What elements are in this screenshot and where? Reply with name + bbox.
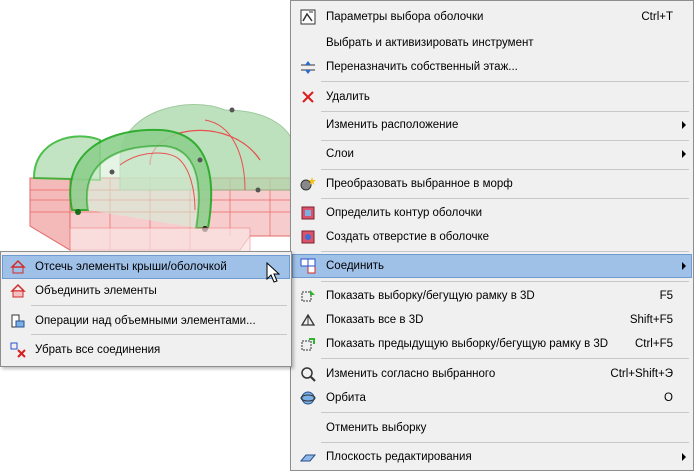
menu-item-label: Создать отверстие в оболочке bbox=[326, 231, 490, 243]
delete-icon bbox=[297, 88, 319, 106]
menu-item-orbit[interactable]: Орбита O bbox=[293, 387, 691, 409]
3d-viewport[interactable] bbox=[0, 0, 294, 471]
menu-item-shortcut: O bbox=[664, 392, 673, 404]
menu-separator bbox=[321, 251, 689, 252]
shell-hole-icon bbox=[297, 228, 319, 246]
menu-item-shell-hole[interactable]: Создать отверстие в оболочке bbox=[293, 226, 691, 248]
edit-plane-icon bbox=[297, 448, 319, 466]
menu-item-label: Плоскость редактирования bbox=[326, 451, 472, 463]
solid-operations-icon bbox=[7, 312, 29, 330]
menu-item-label: Изменить расположение bbox=[326, 119, 459, 131]
menu-item-label: Слои bbox=[326, 148, 354, 160]
menu-item-match-selection[interactable]: Изменить согласно выбранного Ctrl+Shift+… bbox=[293, 363, 691, 385]
menu-separator bbox=[321, 358, 689, 359]
convert-morph-icon bbox=[297, 175, 319, 193]
menu-item-label: Определить контур оболочки bbox=[326, 207, 483, 219]
submenu-arrow-icon bbox=[682, 453, 686, 461]
menu-item-change-position[interactable]: Изменить расположение bbox=[293, 114, 691, 136]
menu-item-label: Изменить согласно выбранного bbox=[326, 368, 496, 380]
match-selection-icon bbox=[297, 365, 319, 383]
menu-item-label: Преобразовать выбранное в морф bbox=[326, 178, 513, 190]
menu-separator bbox=[321, 140, 689, 141]
shell-model-drawing bbox=[29, 103, 294, 259]
menu-separator bbox=[321, 169, 689, 170]
menu-item-label: Орбита bbox=[326, 392, 366, 404]
remove-connections-icon bbox=[7, 341, 29, 359]
show-all-3d-icon bbox=[297, 311, 319, 329]
menu-item-edit-plane[interactable]: Плоскость редактирования bbox=[293, 446, 691, 468]
menu-item-label: Переназначить собственный этаж... bbox=[326, 61, 518, 73]
menu-item-convert-morph[interactable]: Преобразовать выбранное в морф bbox=[293, 173, 691, 195]
story-reassign-icon bbox=[297, 58, 319, 76]
menu-item-label: Объединить элементы bbox=[35, 285, 157, 297]
menu-item-delete[interactable]: Удалить bbox=[293, 86, 691, 108]
menu-separator bbox=[321, 281, 689, 282]
menu-separator bbox=[321, 442, 689, 443]
menu-item-show-previous-3d[interactable]: Показать предыдущую выборку/бегущую рамк… bbox=[293, 333, 691, 355]
submenu-item-merge[interactable]: Объединить элементы bbox=[3, 280, 289, 302]
menu-item-shortcut: Ctrl+Shift+Э bbox=[610, 368, 673, 380]
menu-item-label: Показать выборку/бегущую рамку в 3D bbox=[326, 290, 535, 302]
menu-separator bbox=[31, 305, 287, 306]
menu-item-label: Удалить bbox=[326, 91, 370, 103]
menu-item-label: Показать предыдущую выборку/бегущую рамк… bbox=[326, 338, 609, 350]
submenu-arrow-icon bbox=[682, 150, 686, 158]
menu-item-label: Соединить bbox=[326, 260, 385, 272]
menu-item-shell-contour[interactable]: Определить контур оболочки bbox=[293, 202, 691, 224]
show-previous-3d-icon bbox=[297, 335, 319, 353]
menu-separator bbox=[321, 412, 689, 413]
menu-item-layers[interactable]: Слои bbox=[293, 143, 691, 165]
menu-item-connect[interactable]: Соединить bbox=[292, 254, 692, 278]
menu-item-show-all-3d[interactable]: Показать все в 3D Shift+F5 bbox=[293, 309, 691, 331]
connect-icon bbox=[297, 257, 319, 275]
orbit-icon bbox=[297, 389, 319, 407]
mouse-cursor-icon bbox=[266, 261, 281, 287]
menu-item-reassign-story[interactable]: Переназначить собственный этаж... bbox=[293, 56, 691, 78]
menu-item-show-selection-3d[interactable]: Показать выборку/бегущую рамку в 3D F5 bbox=[293, 285, 691, 307]
connect-submenu: Отсечь элементы крыши/оболочкой Объедини… bbox=[0, 251, 292, 367]
menu-item-deselect[interactable]: Отменить выборку bbox=[293, 417, 691, 439]
context-menu: Параметры выбора оболочки Ctrl+T Выбрать… bbox=[290, 0, 694, 471]
menu-item-label: Параметры выбора оболочки bbox=[326, 11, 484, 23]
menu-item-label: Отменить выборку bbox=[326, 422, 427, 434]
submenu-item-solid-operations[interactable]: Операции над объемными элементами... bbox=[3, 310, 289, 332]
menu-item-label: Отсечь элементы крыши/оболочкой bbox=[35, 261, 227, 273]
submenu-arrow-icon bbox=[682, 121, 686, 129]
menu-item-shortcut: Shift+F5 bbox=[629, 314, 673, 326]
menu-item-shortcut: F5 bbox=[659, 290, 673, 302]
menu-separator bbox=[321, 81, 689, 82]
menu-separator bbox=[321, 198, 689, 199]
menu-item-shortcut: Ctrl+T bbox=[641, 11, 673, 23]
menu-item-label: Операции над объемными элементами... bbox=[35, 315, 256, 327]
submenu-item-remove-connections[interactable]: Убрать все соединения bbox=[3, 339, 289, 361]
menu-item-shortcut: Ctrl+F5 bbox=[634, 338, 673, 350]
show-selection-3d-icon bbox=[297, 287, 319, 305]
shell-settings-icon bbox=[297, 8, 319, 26]
trim-roof-icon bbox=[7, 258, 29, 276]
menu-separator bbox=[31, 334, 287, 335]
submenu-arrow-icon bbox=[682, 262, 686, 270]
menu-item-shell-settings[interactable]: Параметры выбора оболочки Ctrl+T bbox=[293, 6, 691, 28]
menu-item-select-tool[interactable]: Выбрать и активизировать инструмент bbox=[293, 32, 691, 54]
menu-item-label: Убрать все соединения bbox=[35, 344, 161, 356]
menu-item-label: Выбрать и активизировать инструмент bbox=[326, 37, 534, 49]
merge-elements-icon bbox=[7, 282, 29, 300]
submenu-item-trim-roof[interactable]: Отсечь элементы крыши/оболочкой bbox=[2, 255, 290, 279]
menu-separator bbox=[321, 111, 689, 112]
menu-item-label: Показать все в 3D bbox=[326, 314, 424, 326]
shell-contour-icon bbox=[297, 204, 319, 222]
